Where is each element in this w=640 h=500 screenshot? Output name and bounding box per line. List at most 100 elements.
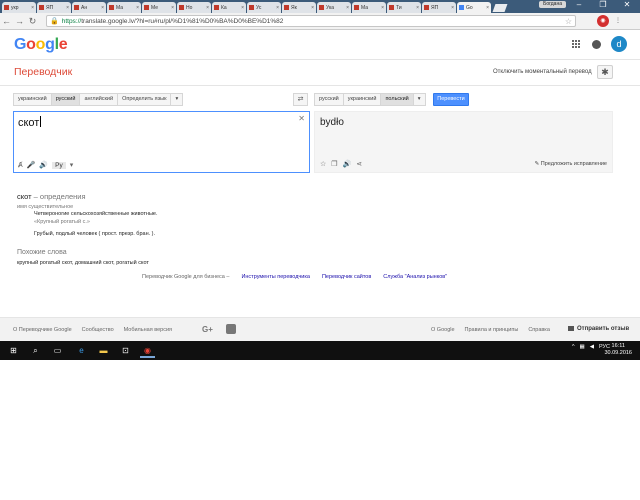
instant-translation-toggle[interactable]: Отключить моментальный перевод	[493, 69, 592, 75]
file-explorer-icon[interactable]: ▬	[96, 343, 111, 358]
clock[interactable]: 16:11 30.09.2016	[604, 343, 632, 357]
tab-close-icon[interactable]: ×	[451, 5, 454, 11]
google-plus-icon[interactable]: G+	[202, 325, 213, 334]
target-lang-button[interactable]: русский	[314, 93, 344, 106]
close-window-icon[interactable]: ✕	[616, 0, 638, 10]
similar-words[interactable]: крупный рогатый скот, домашний скот, рог…	[17, 260, 149, 266]
browser-tab[interactable]: Ма ×	[352, 2, 386, 13]
source-lang-dropdown-icon[interactable]: ▾	[170, 93, 184, 106]
tab-close-icon[interactable]: ×	[346, 5, 349, 11]
google-logo[interactable]: Google	[14, 36, 68, 54]
browser-tab[interactable]: укр ×	[2, 2, 36, 13]
task-view-icon[interactable]: ▭	[50, 343, 65, 358]
logo-letter: g	[45, 36, 55, 53]
listen-result-icon[interactable]: 🔊	[343, 160, 352, 168]
tab-close-icon[interactable]: ×	[136, 5, 139, 11]
global-market-finder-link[interactable]: Служба "Анализ рынков"	[383, 274, 447, 280]
star-icon[interactable]: ☆	[320, 160, 326, 168]
tab-close-icon[interactable]: ×	[381, 5, 384, 11]
tab-close-icon[interactable]: ×	[101, 5, 104, 11]
address-bar[interactable]: 🔒 https://translate.google.lv/?hl=ru#ru/…	[46, 15, 576, 27]
apps-grid-icon[interactable]	[572, 40, 581, 49]
minimize-icon[interactable]: –	[568, 0, 590, 10]
browser-tab[interactable]: Ка ×	[212, 2, 246, 13]
taskbar: ⊞ ⌕ ▭ e ▬ ⊡ ◉ ^ ▦ ◀ РУС 16:11 30.09.2016	[0, 341, 640, 360]
page-title[interactable]: Переводчик	[14, 66, 72, 78]
avatar[interactable]: d	[611, 36, 627, 52]
source-language-bar: украинский русский английский Определить яз…	[13, 93, 184, 106]
browser-tab[interactable]: Ти ×	[387, 2, 421, 13]
network-icon[interactable]: ▦	[580, 344, 585, 350]
notifications-icon[interactable]	[592, 40, 601, 49]
clear-text-icon[interactable]: ✕	[298, 114, 305, 123]
share-icon[interactable]: ⋖	[356, 160, 362, 168]
browser-tab[interactable]: Ме ×	[142, 2, 176, 13]
chrome-taskbar-icon[interactable]: ◉	[140, 343, 155, 358]
tab-close-icon[interactable]: ×	[66, 5, 69, 11]
input-tools-button[interactable]: Ру	[52, 161, 66, 169]
menu-icon[interactable]: ⋮	[612, 15, 624, 27]
search-icon[interactable]: ⌕	[28, 343, 43, 358]
target-lang-dropdown-icon[interactable]: ▾	[412, 93, 426, 106]
browser-tab[interactable]: Ус ×	[247, 2, 281, 13]
store-icon[interactable]: ⊡	[118, 343, 133, 358]
footer-help[interactable]: Справка	[528, 327, 550, 333]
browser-tab[interactable]: Go ×	[457, 2, 491, 13]
windows-start-icon[interactable]: ⊞	[6, 343, 21, 358]
browser-tab[interactable]: Ука ×	[317, 2, 351, 13]
chevron-down-icon[interactable]: ▾	[70, 161, 74, 169]
blogger-icon[interactable]	[226, 324, 236, 334]
website-translator-link[interactable]: Переводчик сайтов	[322, 274, 371, 280]
browser-tab[interactable]: Ма ×	[107, 2, 141, 13]
volume-icon[interactable]: ◀	[590, 344, 594, 350]
footer-privacy-terms[interactable]: Правила и принципы	[465, 327, 519, 333]
source-lang-button[interactable]: английский	[79, 93, 119, 106]
footer-about-translate[interactable]: О Переводчике Google	[13, 327, 72, 333]
tab-close-icon[interactable]: ×	[276, 5, 279, 11]
profile-button[interactable]: Богдана	[539, 1, 566, 8]
suggest-edit-link[interactable]: ✎ Предложить исправление	[535, 161, 607, 167]
translate-button[interactable]: Перевести	[433, 93, 469, 106]
footer-mobile[interactable]: Мобильная версия	[124, 327, 172, 333]
browser-tab[interactable]: Но ×	[177, 2, 211, 13]
browser-tab[interactable]: Як ×	[282, 2, 316, 13]
send-feedback-button[interactable]: Отправить отзыв	[568, 326, 629, 332]
tab-close-icon[interactable]: ×	[311, 5, 314, 11]
target-lang-button[interactable]: польский	[380, 93, 414, 106]
tab-label: Ма	[361, 4, 369, 11]
settings-gear-icon[interactable]: ✱	[597, 65, 613, 79]
translator-toolkit-link[interactable]: Инструменты переводчика	[241, 274, 310, 280]
tab-close-icon[interactable]: ×	[486, 5, 489, 11]
footer-about-google[interactable]: О Google	[431, 327, 455, 333]
tab-close-icon[interactable]: ×	[416, 5, 419, 11]
new-tab-button[interactable]	[492, 4, 508, 12]
source-textarea[interactable]: скот ✕ Ⱥ 🎤 🔊 Ру ▾	[13, 111, 310, 173]
forward-icon[interactable]: →	[13, 16, 26, 26]
footer-community[interactable]: Сообщество	[82, 327, 114, 333]
edge-icon[interactable]: e	[74, 343, 89, 358]
tab-close-icon[interactable]: ×	[171, 5, 174, 11]
browser-tab[interactable]: ЯП ×	[37, 2, 71, 13]
target-lang-button[interactable]: украинский	[342, 93, 382, 106]
browser-tab[interactable]: Ан ×	[72, 2, 106, 13]
reload-icon[interactable]: ↻	[26, 16, 39, 27]
swap-languages-icon[interactable]: ⇄	[293, 93, 308, 106]
source-lang-button[interactable]: Определить язык	[117, 93, 172, 106]
listen-icon[interactable]: 🔊	[39, 161, 48, 169]
tray-arrow-icon[interactable]: ^	[572, 344, 575, 350]
source-lang-button[interactable]: русский	[50, 93, 81, 106]
source-text[interactable]: скот	[18, 117, 39, 129]
browser-tab[interactable]: ЯП ×	[422, 2, 456, 13]
tab-close-icon[interactable]: ×	[206, 5, 209, 11]
tab-close-icon[interactable]: ×	[241, 5, 244, 11]
microphone-icon[interactable]: 🎤	[27, 161, 36, 169]
tab-close-icon[interactable]: ×	[31, 5, 34, 11]
handwriting-icon[interactable]: Ⱥ	[18, 162, 23, 169]
adblock-icon[interactable]: ◉	[597, 15, 609, 27]
copy-icon[interactable]: ❐	[331, 160, 337, 168]
bookmark-star-icon[interactable]: ☆	[565, 17, 572, 26]
source-lang-button[interactable]: украинский	[13, 93, 52, 106]
back-icon[interactable]: ←	[0, 16, 13, 26]
maximize-icon[interactable]: ❐	[592, 0, 614, 10]
text-caret	[40, 116, 42, 127]
